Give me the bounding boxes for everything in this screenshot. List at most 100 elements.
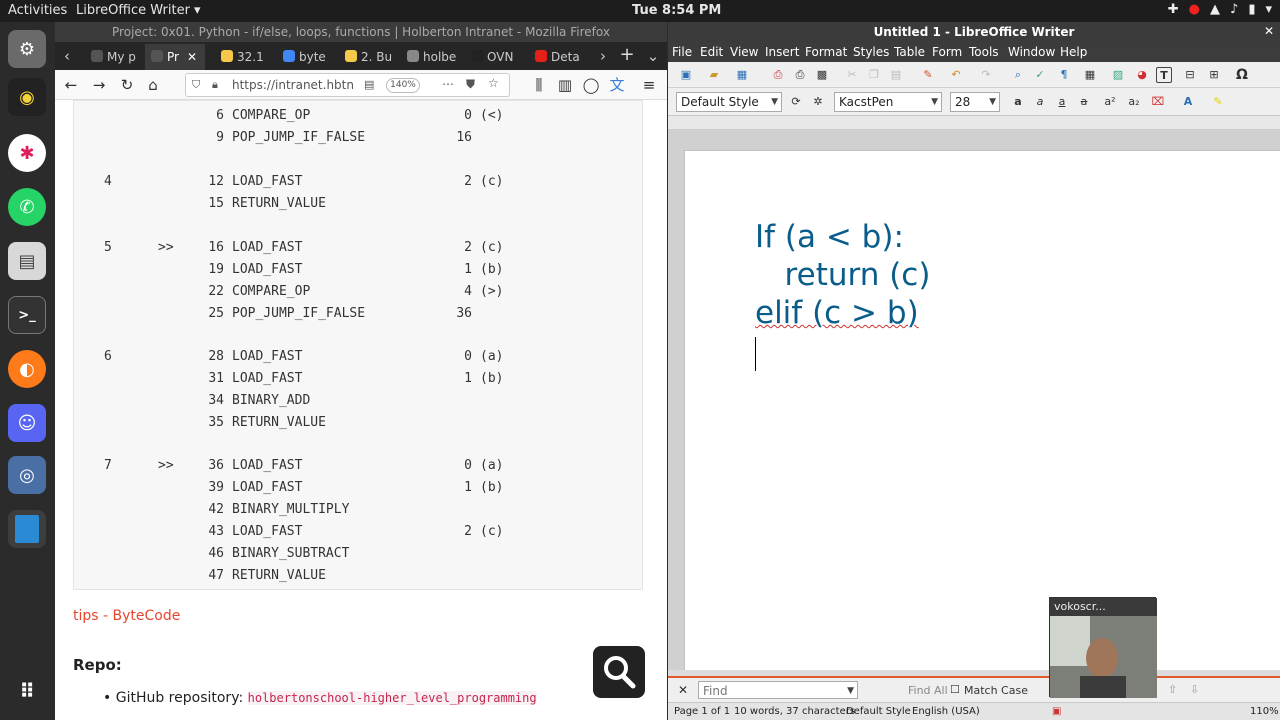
reader-view-icon[interactable]: ▤ [364,78,374,91]
forward-icon[interactable]: → [89,75,109,95]
tab-3[interactable]: 32.1 [215,44,273,70]
slack-icon[interactable]: ✱ [8,134,46,172]
language[interactable]: English (USA) [912,706,980,717]
update-style-icon[interactable]: ⟳ [788,94,804,110]
discord-icon[interactable]: ☺ [8,404,46,442]
save-icon[interactable]: ▦ [734,67,750,83]
spelling-icon[interactable]: ✓ [1032,67,1048,83]
insert-table-icon[interactable]: ▦ [1082,67,1098,83]
app-menu[interactable]: LibreOffice Writer ▾ [76,3,201,18]
paste-icon[interactable]: ▤ [888,67,904,83]
menu-insert[interactable]: Insert [765,45,799,59]
library-icon[interactable]: ⫼ [529,75,549,95]
bookmark-star-icon[interactable]: ☆ [488,76,499,90]
print-icon[interactable]: ⎙ [792,67,808,83]
document-line-3[interactable]: elif (c > b) [755,295,919,331]
libreoffice-impress-icon[interactable] [8,510,46,548]
word-count[interactable]: 10 words, 37 characters [734,706,855,717]
menu-view[interactable]: View [730,45,758,59]
match-case-checkbox[interactable]: ☐ [950,683,960,696]
back-icon[interactable]: ← [61,75,81,95]
menu-help[interactable]: Help [1060,45,1087,59]
page-count[interactable]: Page 1 of 1 [674,706,730,717]
system-tray[interactable]: ✚ ● ▲ ♪ ▮ ▾ [1168,2,1272,17]
app-grid-icon[interactable]: ⠿ [8,672,46,710]
accessibility-icon[interactable]: ✚ [1168,2,1179,17]
print-preview-icon[interactable]: ▩ [814,67,830,83]
tab-5[interactable]: 2. Bu [339,44,397,70]
underline-icon[interactable]: a [1054,94,1070,110]
menu-edit[interactable]: Edit [700,45,723,59]
tab-list-icon[interactable]: ⌄ [643,46,663,66]
search-button[interactable] [593,646,645,698]
copy-icon[interactable]: ❐ [866,67,882,83]
find-next-icon[interactable]: ⇩ [1190,683,1199,696]
menu-format[interactable]: Format [805,45,847,59]
volume-icon[interactable]: ♪ [1230,2,1238,17]
font-color-icon[interactable]: A [1180,94,1196,110]
zoom-level[interactable]: 110% [1250,706,1279,717]
close-tab-icon[interactable]: ✕ [187,50,197,64]
screen-recorder-icon[interactable]: ◎ [8,456,46,494]
paragraph-style-box[interactable]: Default Style ▼ [676,92,782,112]
open-icon[interactable]: ▰ [706,67,722,83]
firefox-icon[interactable]: ◐ [8,350,46,388]
hamburger-menu-icon[interactable]: ≡ [639,75,659,95]
font-name-box[interactable]: KacstPen ▼ [834,92,942,112]
tab-scroll-left-icon[interactable]: ‹ [57,46,77,66]
tab-8[interactable]: Deta [529,44,585,70]
document-page[interactable]: If (a < b): return (c) elif (c > b) [684,150,1280,670]
tab-1[interactable]: My p [85,44,141,70]
lock-icon[interactable]: 🔒︎ [212,78,218,92]
wifi-icon[interactable]: ▲ [1210,2,1220,17]
page-actions-icon[interactable]: ⋯ [442,77,454,91]
menu-tools[interactable]: Tools [969,45,999,59]
insert-chart-icon[interactable]: ◕ [1134,67,1150,83]
cut-icon[interactable]: ✂ [844,67,860,83]
tab-6[interactable]: holbe [401,44,461,70]
translate-icon[interactable]: 文 [607,75,627,95]
formatting-marks-icon[interactable]: ¶ [1056,67,1072,83]
find-all-button[interactable]: Find All [908,684,948,697]
clone-formatting-icon[interactable]: ✎ [920,67,936,83]
insert-image-icon[interactable]: ▨ [1110,67,1126,83]
activities-button[interactable]: Activities [8,3,67,18]
clock[interactable]: Tue 8:54 PM [632,3,721,18]
shield-icon[interactable]: ⛉ [192,78,200,92]
menu-styles[interactable]: Styles [853,45,889,59]
system-menu-icon[interactable]: ▾ [1265,2,1272,17]
menu-table[interactable]: Table [894,45,925,59]
files-icon[interactable]: ▤ [8,242,46,280]
find-previous-icon[interactable]: ⇧ [1168,683,1177,696]
subscript-icon[interactable]: a₂ [1126,94,1142,110]
chevron-down-icon[interactable]: ▼ [771,93,778,111]
reload-icon[interactable]: ↻ [117,75,137,95]
insert-text-box-icon[interactable]: T [1156,67,1172,83]
find-replace-icon[interactable]: ⌕ [1010,67,1026,83]
font-size-box[interactable]: 28 ▼ [950,92,1000,112]
bold-icon[interactable]: a [1010,94,1026,110]
account-icon[interactable]: ◯ [581,75,601,95]
menu-window[interactable]: Window [1008,45,1055,59]
terminal-icon[interactable]: >_ [8,296,46,334]
menu-file[interactable]: File [672,45,692,59]
battery-icon[interactable]: ▮ [1248,2,1255,17]
menu-form[interactable]: Form [932,45,962,59]
new-document-icon[interactable]: ▣ [678,67,694,83]
new-style-icon[interactable]: ✲ [810,94,826,110]
redo-icon[interactable]: ↷ [978,67,994,83]
url-text[interactable]: https://intranet.hbtn [232,78,354,92]
tab-4[interactable]: byte [277,44,333,70]
italic-icon[interactable]: a [1032,94,1048,110]
horizontal-ruler[interactable] [668,116,1280,130]
radio-icon[interactable]: ◉ [8,78,46,116]
url-bar[interactable]: ⛉ 🔒︎ https://intranet.hbtn ▤ 140% ⋯ ⛊ ☆ [185,73,510,97]
tab-2[interactable]: Pr ✕ [145,44,205,70]
zoom-indicator[interactable]: 140% [386,78,420,93]
close-find-icon[interactable]: ✕ [678,683,688,697]
sidebar-icon[interactable]: ▥ [555,75,575,95]
clear-formatting-icon[interactable]: ⌧ [1150,94,1166,110]
document-line-2[interactable]: return (c) [755,257,931,293]
insert-special-character-icon[interactable]: Ω [1234,67,1250,83]
document-line-1[interactable]: If (a < b): [755,219,904,255]
